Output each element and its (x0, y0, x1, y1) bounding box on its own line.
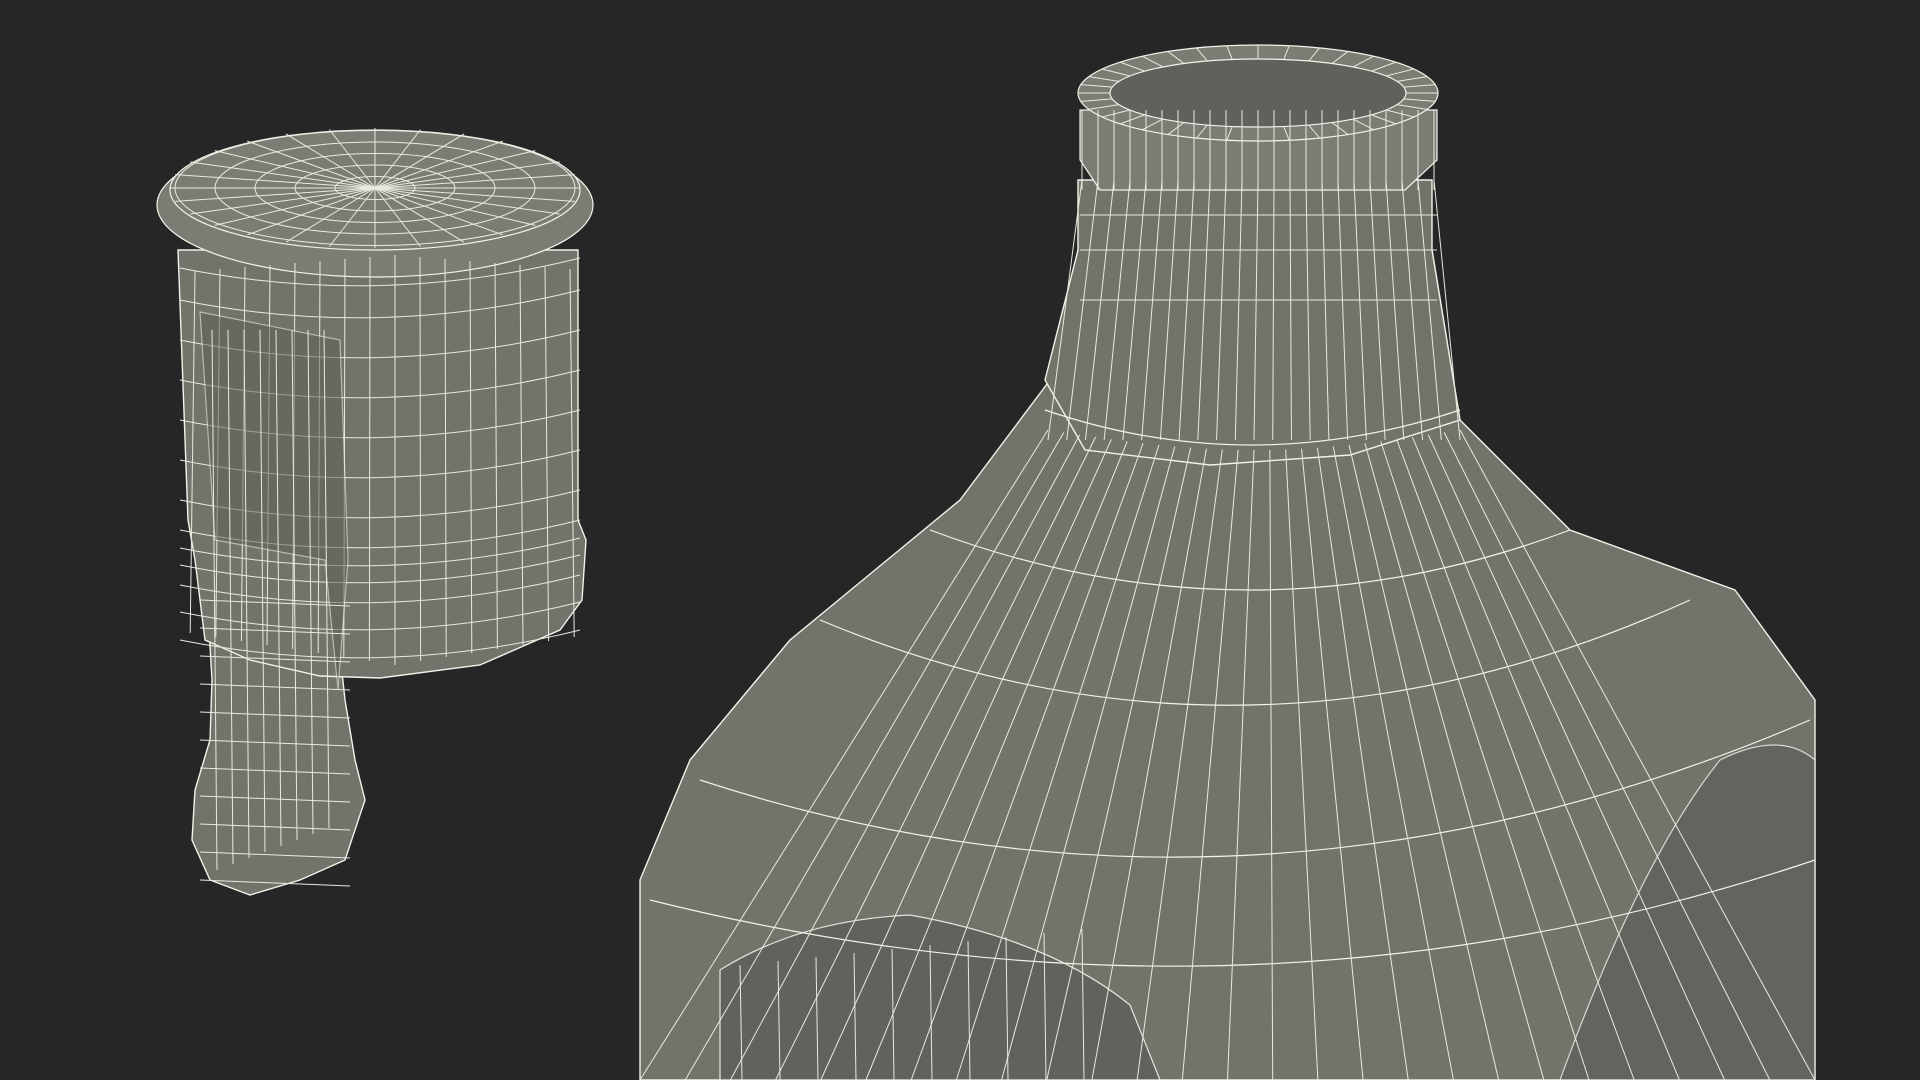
viewport-render (0, 0, 1920, 1080)
cap-body-vertical (368, 256, 371, 662)
cap-body-vertical (419, 256, 422, 662)
bottle-neck (1044, 179, 1461, 466)
